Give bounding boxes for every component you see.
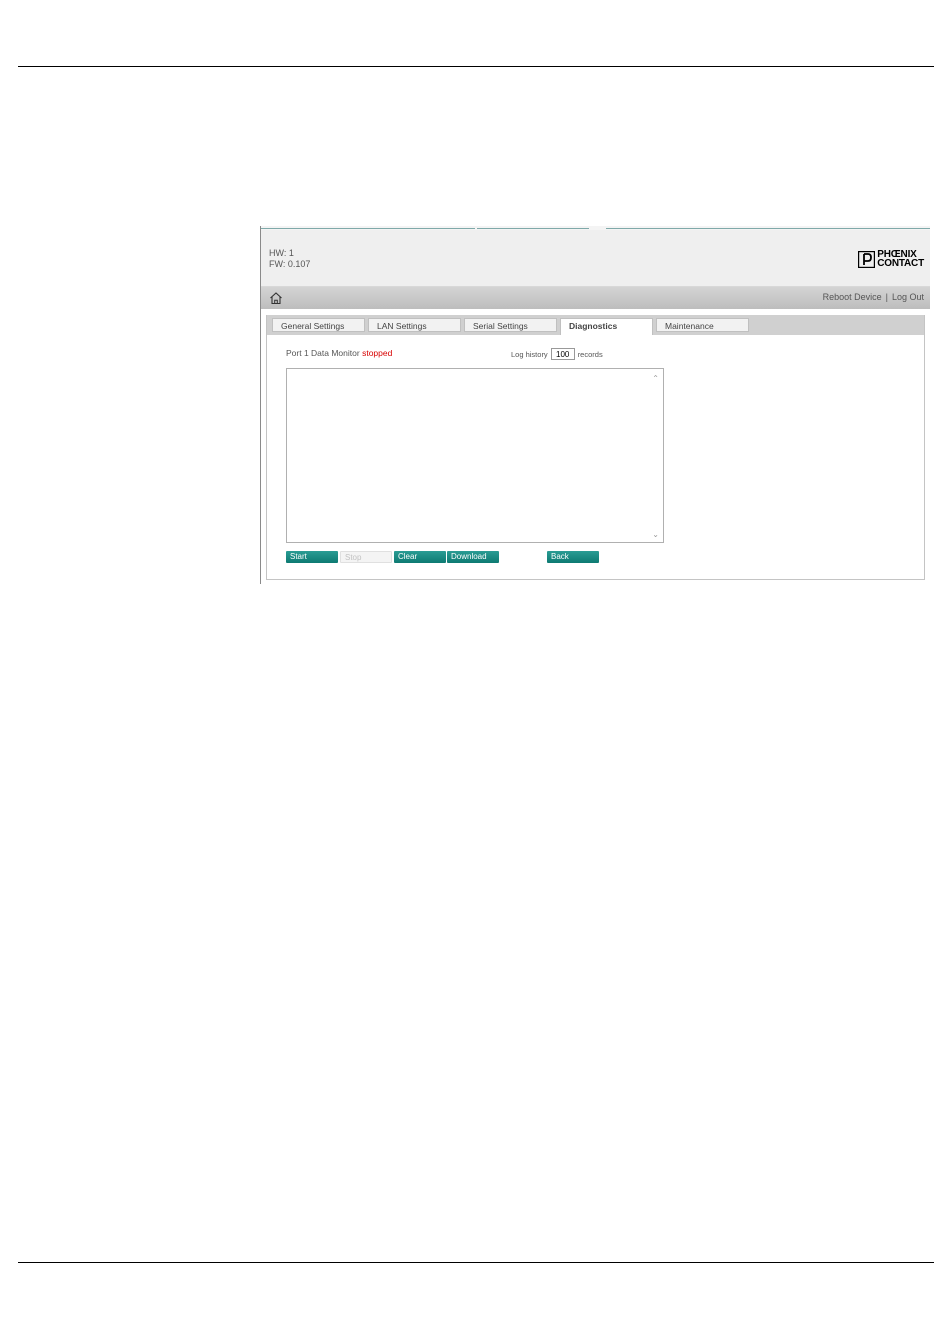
top-edge-segment	[606, 228, 930, 229]
nav-separator: |	[885, 292, 888, 302]
chevron-down-icon[interactable]: ⌄	[652, 530, 659, 539]
logo-wordmark: PHŒNIX CONTACT	[877, 250, 924, 269]
tab-serial-settings[interactable]: Serial Settings	[464, 318, 557, 332]
data-monitor-title: Port 1 Data Monitor	[286, 348, 360, 358]
logo-line-2: CONTACT	[877, 258, 924, 269]
page-top-rule	[18, 66, 934, 67]
hardware-version: HW: 1	[269, 248, 294, 258]
back-button[interactable]: Back	[547, 551, 599, 563]
start-button[interactable]: Start	[286, 551, 338, 563]
reboot-device-link[interactable]: Reboot Device	[823, 292, 882, 302]
log-out-link[interactable]: Log Out	[892, 292, 924, 302]
log-history-input[interactable]	[550, 348, 575, 360]
monitor-status: stopped	[362, 348, 393, 358]
clear-button[interactable]: Clear	[394, 551, 446, 563]
phoenix-contact-logo: PHŒNIX CONTACT	[858, 250, 924, 269]
phoenix-contact-logo-icon	[858, 250, 876, 268]
tab-maintenance[interactable]: Maintenance	[656, 318, 749, 332]
data-monitor-label: Port 1 Data Monitor stopped	[286, 348, 392, 358]
page-bottom-rule	[18, 1262, 934, 1263]
stop-button: Stop	[340, 551, 392, 563]
log-history-label: Log history	[511, 349, 548, 359]
log-history-unit: records	[577, 349, 603, 359]
device-info: HW: 1 FW: 0.107	[269, 248, 310, 270]
tab-panel: General Settings LAN Settings Serial Set…	[266, 315, 925, 580]
top-edge-segment	[261, 228, 475, 229]
tab-diagnostics[interactable]: Diagnostics	[560, 318, 653, 335]
firmware-version: FW: 0.107	[269, 259, 311, 269]
log-history-control: Log history records	[511, 348, 603, 360]
chevron-up-icon[interactable]: ⌃	[652, 374, 659, 383]
top-edge-segment	[477, 228, 589, 229]
tab-lan-settings[interactable]: LAN Settings	[368, 318, 461, 332]
home-icon[interactable]	[269, 291, 283, 305]
nav-links: Reboot Device | Log Out	[823, 292, 924, 302]
data-monitor-textarea[interactable]: ⌃ ⌄	[286, 368, 664, 543]
navigation-bar: Reboot Device | Log Out	[261, 287, 930, 309]
tab-strip: General Settings LAN Settings Serial Set…	[267, 315, 924, 335]
device-header: HW: 1 FW: 0.107 PHŒNIX CONTACT	[261, 230, 930, 287]
tab-general-settings[interactable]: General Settings	[272, 318, 365, 332]
download-button[interactable]: Download	[447, 551, 499, 563]
device-web-ui: HW: 1 FW: 0.107 PHŒNIX CONTACT Reboot De…	[260, 226, 930, 584]
